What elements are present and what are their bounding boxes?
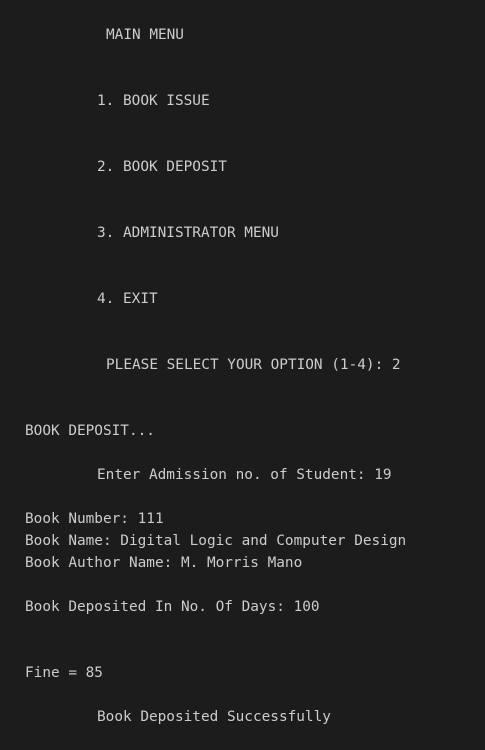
fine-line: Fine = 85 bbox=[25, 665, 103, 681]
select-option-prompt: PLEASE SELECT YOUR OPTION (1-4): 2 bbox=[106, 357, 401, 373]
menu-option-book-deposit: 2. BOOK DEPOSIT bbox=[97, 159, 227, 175]
book-number-line: Book Number: 111 bbox=[25, 511, 164, 527]
success-message: Book Deposited Successfully bbox=[97, 709, 331, 725]
console-output: MAIN MENU 1. BOOK ISSUE 2. BOOK DEPOSIT … bbox=[0, 0, 485, 750]
section-heading: BOOK DEPOSIT... bbox=[25, 423, 155, 439]
menu-option-administrator-menu: 3. ADMINISTRATOR MENU bbox=[97, 225, 279, 241]
days-deposited-line: Book Deposited In No. Of Days: 100 bbox=[25, 599, 320, 615]
book-author-line: Book Author Name: M. Morris Mano bbox=[25, 555, 303, 571]
admission-number-prompt: Enter Admission no. of Student: 19 bbox=[97, 467, 392, 483]
main-menu-title: MAIN MENU bbox=[106, 27, 184, 43]
menu-option-book-issue: 1. BOOK ISSUE bbox=[97, 93, 210, 109]
menu-option-exit: 4. EXIT bbox=[97, 291, 158, 307]
book-name-line: Book Name: Digital Logic and Computer De… bbox=[25, 533, 407, 549]
